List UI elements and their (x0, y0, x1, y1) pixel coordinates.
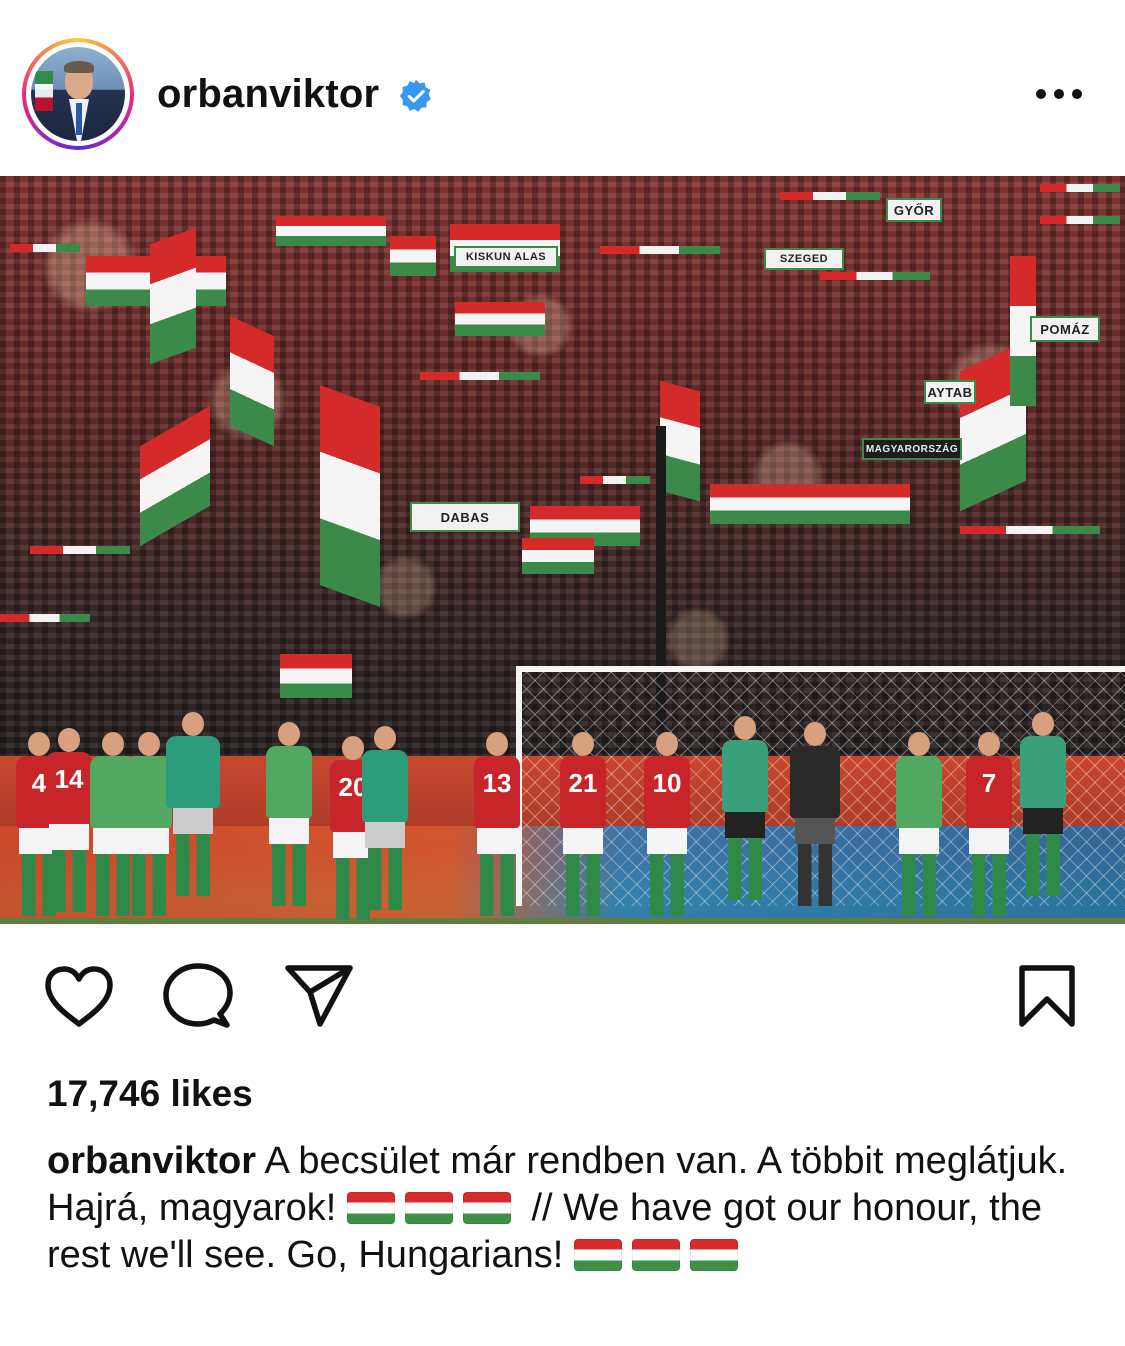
caption-username[interactable]: orbanviktor (47, 1140, 256, 1182)
username[interactable]: orbanviktor (157, 72, 379, 117)
hungary-flag-icon (404, 1192, 453, 1224)
banner-gyor: GYŐR (886, 198, 942, 222)
hungary-flag-icon (689, 1239, 738, 1271)
hungary-flag-icon (346, 1192, 395, 1224)
post-photo[interactable]: DABAS GYŐR POMÁZ AYTAB KISKUN ALAS SZEGE… (0, 176, 1125, 924)
heart-icon[interactable] (42, 964, 116, 1030)
camera-operator (790, 722, 840, 906)
player: 13 (474, 732, 520, 916)
avatar-image (31, 47, 125, 141)
player (362, 726, 408, 910)
player: 7 (966, 732, 1012, 916)
flag (230, 315, 274, 447)
flag (710, 484, 910, 524)
flag (660, 380, 700, 502)
player (896, 732, 942, 916)
avatar[interactable] (22, 38, 134, 150)
banner-dabas: DABAS (410, 502, 520, 532)
flag (280, 654, 352, 698)
hungary-flag-icon (462, 1192, 511, 1224)
flag (276, 216, 386, 246)
flag (150, 227, 196, 365)
flag (455, 302, 545, 336)
banner-pomaz: POMÁZ (1030, 316, 1100, 342)
player (266, 722, 312, 906)
more-horizontal-icon[interactable] (1036, 89, 1082, 101)
player: 10 (644, 732, 690, 916)
banner-aytab: AYTAB (924, 380, 976, 404)
banner-kiskunhalas: KISKUN ALAS (454, 246, 558, 268)
flag (390, 236, 436, 276)
verified-badge-icon (399, 79, 431, 112)
player: 21 (560, 732, 606, 916)
player: 14 (46, 728, 92, 912)
player (1020, 712, 1066, 896)
player (722, 716, 768, 900)
post-header: orbanviktor (0, 0, 1125, 176)
likes-count[interactable]: 17,746 likes (47, 1073, 253, 1115)
comment-icon[interactable] (160, 962, 234, 1032)
send-icon[interactable] (282, 962, 356, 1032)
banner-szeged: SZEGED (764, 248, 844, 270)
caption: orbanviktor A becsület már rendben van. … (47, 1138, 1087, 1279)
banner-magyarorszag: MAGYARORSZÁG (862, 438, 962, 460)
bookmark-icon[interactable] (1016, 962, 1078, 1032)
player (166, 712, 220, 896)
hungary-flag-icon (573, 1239, 622, 1271)
hungary-flag-icon (631, 1239, 680, 1271)
flag (522, 538, 594, 574)
flag (320, 385, 380, 607)
